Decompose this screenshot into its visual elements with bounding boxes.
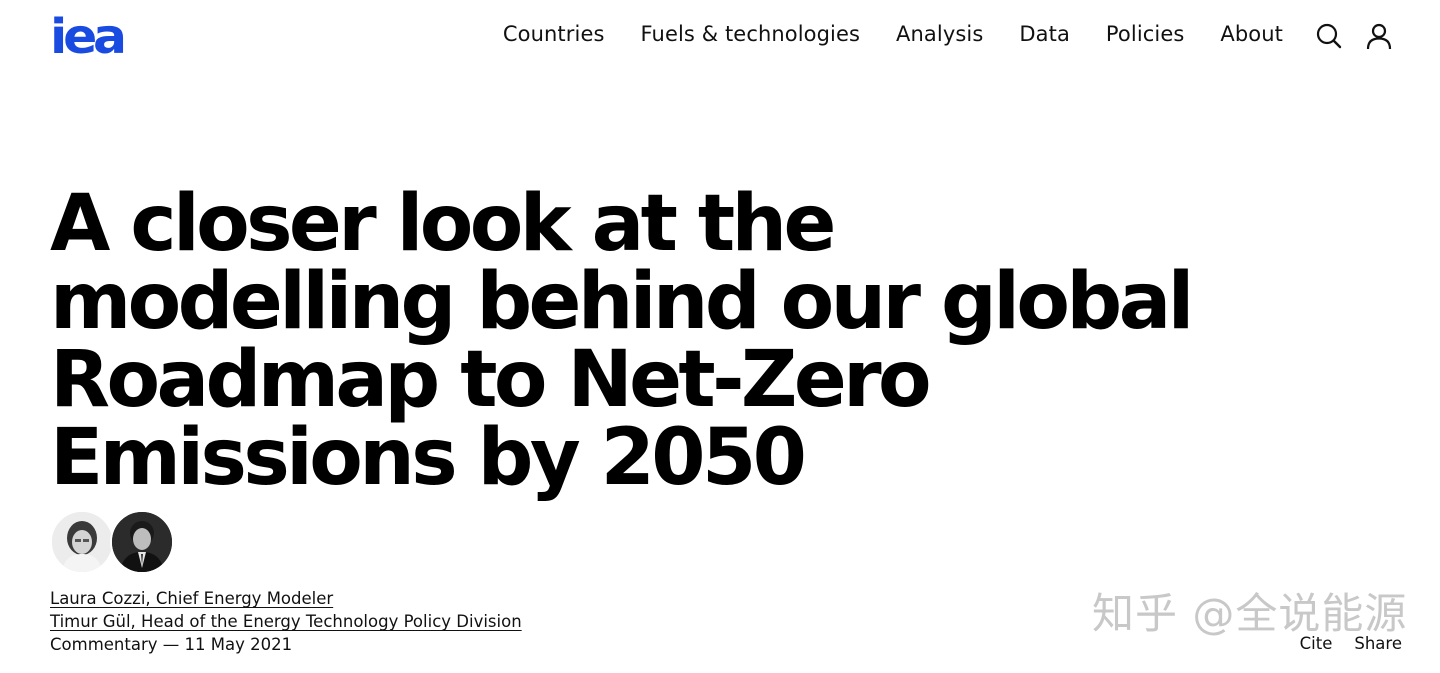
nav-countries[interactable]: Countries <box>503 22 605 46</box>
article-meta: Commentary — 11 May 2021 <box>50 635 293 654</box>
account-button[interactable] <box>1365 22 1393 50</box>
author-link-timur-gul[interactable]: Timur Gül, Head of the Energy Technology… <box>50 610 522 633</box>
nav-fuels-technologies[interactable]: Fuels & technologies <box>641 22 861 46</box>
author-avatars <box>50 510 180 574</box>
share-button[interactable]: Share <box>1354 633 1402 655</box>
avatar-laura-cozzi <box>50 510 114 574</box>
article-byline: Laura Cozzi, Chief Energy Modeler Timur … <box>50 587 522 656</box>
search-button[interactable] <box>1315 22 1343 50</box>
search-icon <box>1316 23 1342 49</box>
logo-text: iea <box>50 9 127 65</box>
avatar-timur-gul <box>110 510 174 574</box>
nav-analysis[interactable]: Analysis <box>896 22 983 46</box>
user-icon <box>1366 23 1392 50</box>
cite-button[interactable]: Cite <box>1300 633 1333 655</box>
iea-logo[interactable]: iea <box>50 13 127 61</box>
main-nav: Countries Fuels & technologies Analysis … <box>467 22 1283 46</box>
article-title: A closer look at the modelling behind ou… <box>50 179 1194 503</box>
nav-policies[interactable]: Policies <box>1106 22 1184 46</box>
nav-about[interactable]: About <box>1220 22 1283 46</box>
article-actions: Cite Share <box>1278 633 1402 655</box>
nav-data[interactable]: Data <box>1019 22 1070 46</box>
author-link-laura-cozzi[interactable]: Laura Cozzi, Chief Energy Modeler <box>50 587 522 610</box>
